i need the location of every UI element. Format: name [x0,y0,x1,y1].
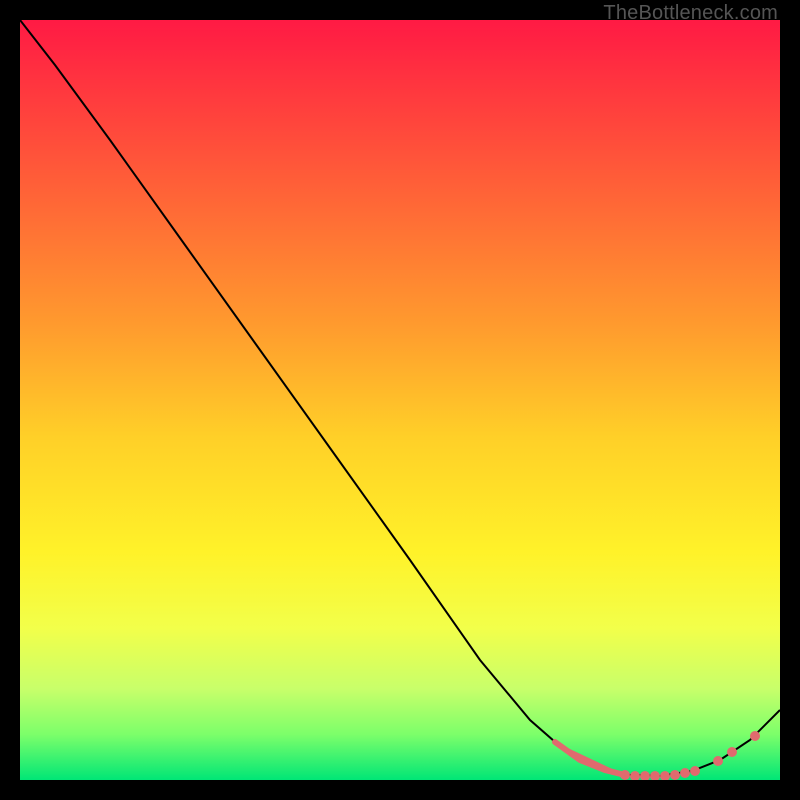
chart-frame: TheBottleneck.com [0,0,800,800]
chart-plot-area [20,20,780,780]
marker-dot [680,768,690,778]
marker-dot [690,766,700,776]
watermark-text: TheBottleneck.com [603,2,778,25]
marker-dot [640,771,650,780]
chart-svg [20,20,780,780]
marker-dot [620,770,630,780]
marker-dot [750,731,760,741]
marker-dot [630,771,640,780]
marker-dot [650,771,660,780]
marker-dot [660,771,670,780]
marker-dot [670,770,680,780]
optimal-range-descent [555,742,625,775]
marker-dot [727,747,737,757]
bottleneck-curve [20,20,780,776]
marker-dot [713,756,723,766]
